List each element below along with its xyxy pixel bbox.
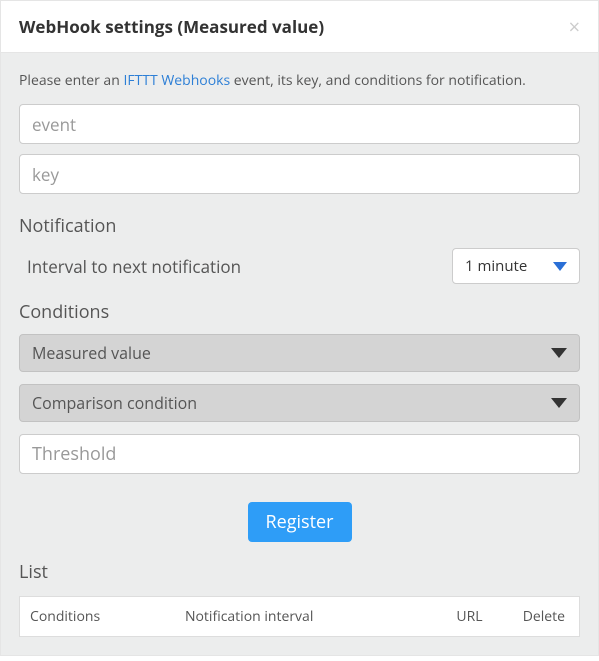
- close-icon[interactable]: ×: [569, 17, 580, 37]
- interval-label: Interval to next notification: [27, 255, 241, 278]
- col-conditions: Conditions: [20, 597, 175, 637]
- webhook-settings-modal: WebHook settings (Measured value) × Plea…: [0, 0, 599, 656]
- col-url: URL: [430, 597, 510, 637]
- register-button[interactable]: Register: [248, 502, 352, 542]
- intro-text: Please enter an IFTTT Webhooks event, it…: [19, 71, 580, 90]
- interval-value: 1 minute: [465, 256, 527, 276]
- comparison-condition-select[interactable]: Comparison condition: [19, 384, 580, 422]
- measured-value-select[interactable]: Measured value: [19, 334, 580, 372]
- intro-suffix: event, its key, and conditions for notif…: [230, 71, 526, 90]
- col-delete: Delete: [510, 597, 580, 637]
- modal-title: WebHook settings (Measured value): [19, 15, 324, 38]
- interval-row: Interval to next notification 1 minute: [19, 248, 580, 284]
- list-section-label: List: [19, 560, 580, 584]
- key-input[interactable]: [19, 154, 580, 194]
- register-row: Register: [19, 502, 580, 542]
- list-section: List Conditions Notification interval UR…: [19, 560, 580, 637]
- list-table: Conditions Notification interval URL Del…: [19, 596, 580, 637]
- comparison-condition-label: Comparison condition: [32, 392, 197, 414]
- intro-prefix: Please enter an: [19, 71, 123, 90]
- event-input[interactable]: [19, 104, 580, 144]
- measured-value-label: Measured value: [32, 342, 151, 364]
- ifttt-webhooks-link[interactable]: IFTTT Webhooks: [123, 71, 230, 90]
- conditions-section-label: Conditions: [19, 300, 580, 324]
- chevron-down-icon: [551, 348, 567, 358]
- col-interval: Notification interval: [175, 597, 430, 637]
- table-header-row: Conditions Notification interval URL Del…: [20, 597, 580, 637]
- modal-body: Please enter an IFTTT Webhooks event, it…: [1, 53, 598, 655]
- chevron-down-icon: [553, 262, 567, 271]
- modal-header: WebHook settings (Measured value) ×: [1, 1, 598, 53]
- chevron-down-icon: [551, 398, 567, 408]
- threshold-input[interactable]: [19, 434, 580, 474]
- notification-section-label: Notification: [19, 214, 580, 238]
- interval-select[interactable]: 1 minute: [452, 248, 580, 284]
